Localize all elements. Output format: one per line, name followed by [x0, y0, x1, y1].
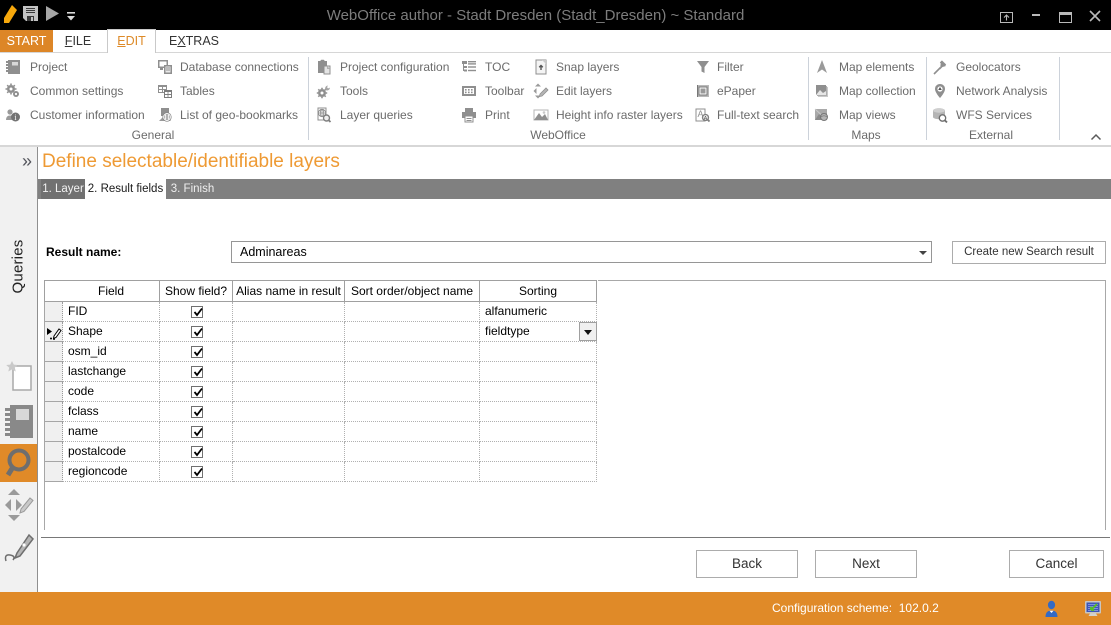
svg-text:A: A [704, 116, 708, 122]
